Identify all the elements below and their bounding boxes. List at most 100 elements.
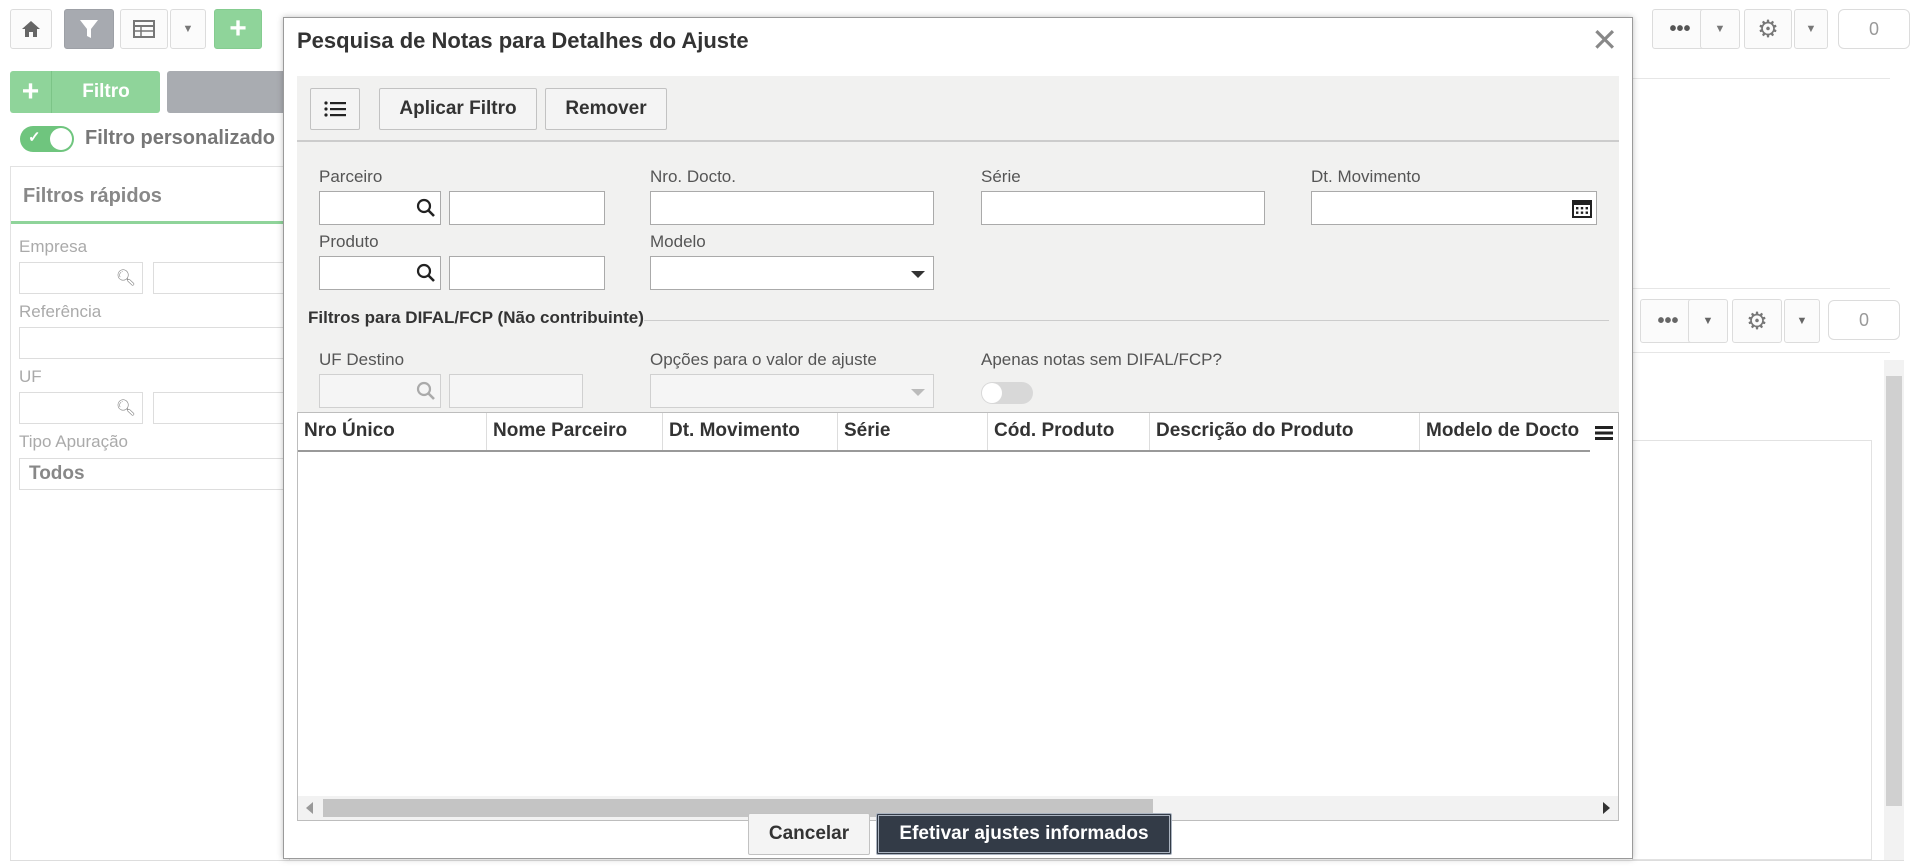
column-header-cod-produto[interactable]: Cód. Produto: [988, 413, 1150, 450]
filter-toggle-button[interactable]: [64, 9, 114, 49]
referencia-input[interactable]: [19, 327, 289, 359]
search-icon: 🔍︎: [115, 400, 136, 417]
opcoes-ajuste-select: [650, 374, 934, 408]
add-record-button[interactable]: +: [214, 9, 262, 49]
confirm-adjustments-button[interactable]: Efetivar ajustes informados: [876, 813, 1172, 855]
caret-down-icon: ▼: [1702, 315, 1714, 327]
ellipsis-icon: •••: [1657, 309, 1679, 332]
grid-header: Nro Único Nome Parceiro Dt. Movimento Sé…: [298, 413, 1618, 452]
search-icon: 🔍︎: [115, 270, 136, 287]
tipo-apuracao-label: Tipo Apuração: [19, 432, 128, 451]
caret-down-icon: ▼: [1796, 315, 1808, 327]
add-filter-label: Filtro: [82, 81, 130, 102]
apenas-notas-toggle[interactable]: [981, 382, 1033, 404]
parceiro-label: Parceiro: [319, 167, 383, 186]
produto-label: Produto: [319, 232, 379, 251]
detail-more-dropdown[interactable]: ▼: [1688, 299, 1728, 343]
column-header-nome-parceiro[interactable]: Nome Parceiro: [487, 413, 663, 450]
gear-icon: ⚙: [1746, 307, 1768, 335]
close-icon: ✕: [1591, 22, 1618, 58]
home-icon: [22, 21, 40, 37]
more-actions-dropdown[interactable]: ▼: [1700, 9, 1740, 49]
dialog-title: Pesquisa de Notas para Detalhes do Ajust…: [297, 28, 749, 53]
section-divider: [644, 320, 1609, 321]
home-button[interactable]: [10, 9, 52, 49]
table-icon: [133, 20, 155, 38]
search-icon: [416, 198, 436, 223]
parceiro-name-input[interactable]: [449, 191, 605, 225]
close-button[interactable]: ✕: [1591, 24, 1618, 56]
referencia-label: Referência: [19, 302, 102, 321]
uf-destino-label: UF Destino: [319, 350, 405, 369]
check-icon: ✓: [28, 129, 41, 146]
caret-down-icon: ▼: [1714, 23, 1726, 35]
detail-counter[interactable]: 0: [1828, 300, 1900, 340]
add-filter-button[interactable]: + Filtro: [10, 71, 160, 113]
dt-movimento-input[interactable]: [1311, 191, 1597, 225]
parceiro-code-input[interactable]: [319, 191, 441, 225]
column-header-dt-movimento[interactable]: Dt. Movimento: [663, 413, 838, 450]
secondary-action-button[interactable]: [167, 71, 287, 113]
list-icon: [324, 101, 346, 117]
produto-code-input[interactable]: [319, 256, 441, 290]
divider: [10, 860, 1904, 861]
column-header-serie[interactable]: Série: [838, 413, 988, 450]
divider: [1632, 78, 1890, 79]
chevron-down-icon: [911, 271, 925, 278]
calendar-icon[interactable]: [1572, 198, 1592, 223]
dt-movimento-label: Dt. Movimento: [1311, 167, 1421, 186]
dialog-footer: Cancelar Efetivar ajustes informados: [284, 798, 1632, 858]
uf-code-input[interactable]: 🔍︎: [19, 392, 143, 424]
settings-button[interactable]: ⚙: [1744, 9, 1792, 49]
uf-name-input[interactable]: [153, 392, 289, 424]
ellipsis-icon: •••: [1669, 17, 1691, 40]
column-menu-button[interactable]: [1590, 413, 1618, 452]
custom-filter-toggle[interactable]: ✓: [20, 126, 74, 152]
caret-down-icon: ▼: [182, 23, 194, 35]
search-icon: [416, 263, 436, 288]
remove-filter-button[interactable]: Remover: [545, 88, 667, 130]
quick-filters-title: Filtros rápidos: [11, 167, 289, 224]
cancel-button[interactable]: Cancelar: [748, 813, 870, 855]
tipo-apuracao-select[interactable]: Todos: [19, 458, 289, 490]
hamburger-icon: [1595, 425, 1613, 440]
apenas-notas-label: Apenas notas sem DIFAL/FCP?: [981, 350, 1222, 369]
grid-view-button[interactable]: [120, 9, 168, 49]
settings-dropdown[interactable]: ▼: [1794, 9, 1828, 49]
uf-destino-name-input: [449, 374, 583, 408]
divider: [1632, 352, 1890, 353]
column-header-nro-unico[interactable]: Nro Único: [298, 413, 487, 450]
notes-grid: Nro Único Nome Parceiro Dt. Movimento Sé…: [297, 412, 1619, 821]
column-header-modelo-docto[interactable]: Modelo de Docto: [1420, 413, 1590, 450]
empresa-name-input[interactable]: [153, 262, 289, 294]
detail-settings-button[interactable]: ⚙: [1732, 299, 1782, 343]
produto-name-input[interactable]: [449, 256, 605, 290]
search-icon: [416, 381, 436, 406]
detail-settings-dropdown[interactable]: ▼: [1784, 299, 1820, 343]
vertical-scrollbar[interactable]: [1884, 360, 1904, 860]
funnel-icon: [80, 20, 98, 38]
custom-filter-label: Filtro personalizado: [85, 127, 276, 149]
plus-icon: +: [10, 71, 52, 113]
filter-toolbar: Aplicar Filtro Remover: [297, 76, 1619, 142]
divider: [1632, 288, 1890, 289]
serie-input[interactable]: [981, 191, 1265, 225]
empresa-code-input[interactable]: 🔍︎: [19, 262, 143, 294]
column-header-descricao-produto[interactable]: Descrição do Produto: [1150, 413, 1420, 450]
apply-filter-button[interactable]: Aplicar Filtro: [379, 88, 537, 130]
dialog-body: Aplicar Filtro Remover Parceiro Nro. Doc…: [297, 76, 1619, 821]
nro-docto-label: Nro. Docto.: [650, 167, 736, 186]
uf-label: UF: [19, 367, 42, 386]
gear-icon: ⚙: [1757, 15, 1779, 43]
plus-icon: +: [229, 12, 247, 45]
notification-counter[interactable]: 0: [1838, 9, 1910, 49]
serie-label: Série: [981, 167, 1021, 186]
search-notes-dialog: Pesquisa de Notas para Detalhes do Ajust…: [283, 17, 1633, 859]
modelo-select[interactable]: [650, 256, 934, 290]
modelo-label: Modelo: [650, 232, 706, 251]
filter-list-button[interactable]: [310, 88, 360, 130]
grid-view-dropdown[interactable]: ▼: [170, 9, 206, 49]
uf-destino-code-input: [319, 374, 441, 408]
chevron-down-icon: [911, 389, 925, 396]
nro-docto-input[interactable]: [650, 191, 934, 225]
